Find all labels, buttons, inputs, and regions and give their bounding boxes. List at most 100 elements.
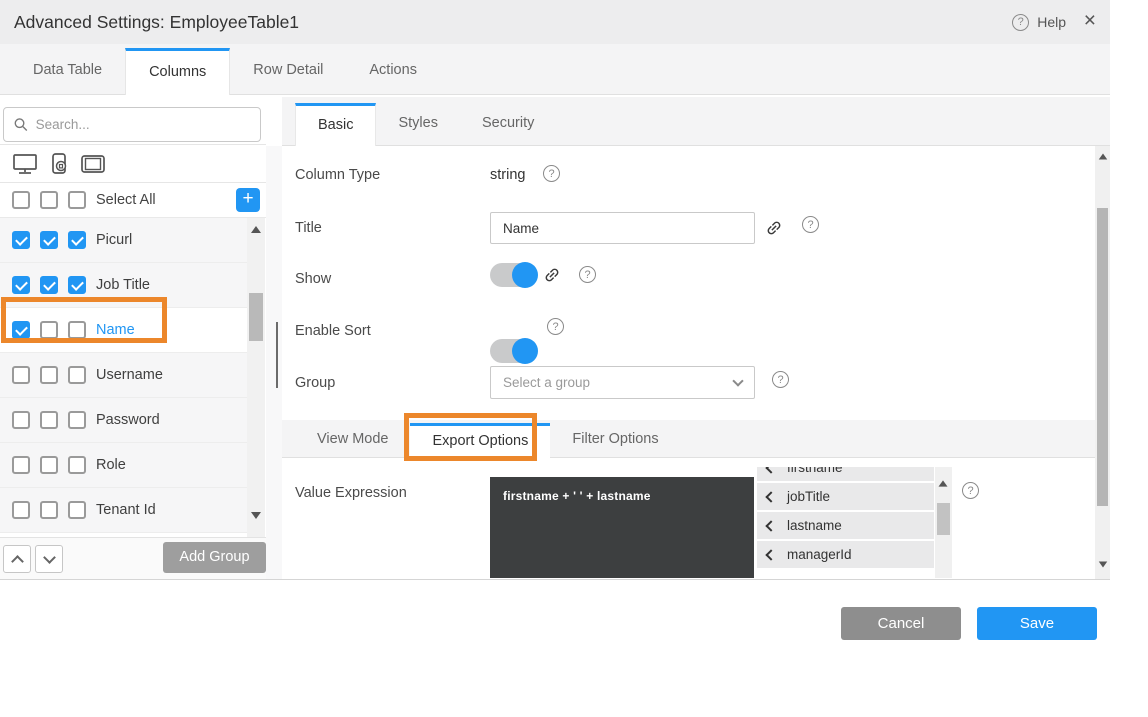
checkbox-desktop[interactable] (12, 366, 30, 384)
search-input-box[interactable] (3, 107, 261, 142)
checkbox-tablet[interactable] (68, 501, 86, 519)
tab-data-table[interactable]: Data Table (10, 47, 125, 94)
help-label[interactable]: Help (1037, 14, 1066, 30)
help-icon[interactable]: ? (802, 216, 819, 233)
field-item-firstname[interactable]: firstname (757, 467, 934, 481)
column-row-name[interactable]: Name (0, 308, 247, 353)
help-icon[interactable]: ? (772, 371, 789, 388)
scrollbar-thumb[interactable] (937, 503, 950, 535)
column-row-role[interactable]: Role (0, 443, 247, 488)
scrollbar-thumb[interactable] (1097, 208, 1108, 506)
select-all-checkbox-desktop[interactable] (12, 191, 30, 209)
tablet-icon[interactable] (80, 154, 106, 174)
column-row-tenant-id[interactable]: Tenant Id (0, 488, 247, 533)
show-toggle[interactable] (490, 263, 536, 287)
checkbox-mobile[interactable] (40, 456, 58, 474)
column-label: Name (96, 322, 135, 338)
desktop-icon[interactable] (12, 153, 38, 175)
help-icon[interactable]: ? (1012, 14, 1029, 31)
link-binding-icon[interactable] (543, 266, 561, 284)
checkbox-desktop[interactable] (12, 231, 30, 249)
toggle-knob (512, 262, 538, 288)
main-panel-scrollbar[interactable] (1095, 146, 1110, 580)
checkbox-tablet[interactable] (68, 456, 86, 474)
scrollbar-thumb[interactable] (249, 293, 263, 341)
column-row-job-title[interactable]: Job Title (0, 263, 247, 308)
group-select[interactable]: Select a group (490, 366, 755, 399)
sidebar-search-row (0, 95, 266, 145)
save-button[interactable]: Save (977, 607, 1097, 640)
checkbox-desktop[interactable] (12, 456, 30, 474)
scroll-down-arrow-icon[interactable] (1099, 562, 1108, 568)
field-item-jobtitle[interactable]: jobTitle (757, 483, 934, 510)
panel-gutter (266, 146, 282, 580)
tab-styles[interactable]: Styles (376, 102, 460, 145)
column-label: Password (96, 412, 160, 428)
select-all-checkbox-mobile[interactable] (40, 191, 58, 209)
help-icon[interactable]: ? (962, 482, 979, 499)
title-input[interactable] (503, 221, 742, 236)
checkbox-tablet[interactable] (68, 366, 86, 384)
dialog-header: Advanced Settings: EmployeeTable1 ? Help… (0, 0, 1110, 44)
field-item-managerid[interactable]: managerId (757, 541, 934, 568)
checkbox-mobile[interactable] (40, 366, 58, 384)
chevron-down-icon (43, 551, 56, 564)
expression-code-editor[interactable]: firstname + ' ' + lastname (490, 477, 754, 578)
checkbox-tablet[interactable] (68, 321, 86, 339)
help-icon[interactable]: ? (579, 266, 596, 283)
checkbox-tablet[interactable] (68, 231, 86, 249)
expression-code: firstname + ' ' + lastname (503, 489, 741, 503)
checkbox-mobile[interactable] (40, 501, 58, 519)
enable-sort-toggle[interactable] (490, 339, 536, 363)
select-all-checkbox-tablet[interactable] (68, 191, 86, 209)
search-icon (14, 117, 28, 132)
detail-tab-bar: Basic Styles Security (282, 97, 1110, 146)
link-binding-icon[interactable] (765, 219, 783, 237)
tab-row-detail[interactable]: Row Detail (230, 47, 346, 94)
tab-basic[interactable]: Basic (295, 103, 376, 146)
tab-columns[interactable]: Columns (125, 48, 230, 95)
search-input[interactable] (36, 117, 250, 132)
chevron-left-icon (765, 467, 776, 473)
title-input-box[interactable] (490, 212, 755, 244)
column-row-picurl[interactable]: Picurl (0, 218, 247, 263)
checkbox-desktop[interactable] (12, 501, 30, 519)
sidebar-scrollbar[interactable] (247, 218, 265, 537)
add-group-button[interactable]: Add Group (163, 542, 266, 573)
move-down-button[interactable] (35, 545, 63, 573)
column-type-value: string (490, 167, 525, 183)
checkbox-mobile[interactable] (40, 321, 58, 339)
close-icon[interactable]: × (1084, 0, 1096, 44)
column-row-password[interactable]: Password (0, 398, 247, 443)
dialog-title: Advanced Settings: EmployeeTable1 (14, 0, 299, 44)
tab-filter-options[interactable]: Filter Options (550, 422, 680, 457)
panel-resize-handle[interactable] (276, 322, 278, 388)
tab-security[interactable]: Security (460, 102, 556, 145)
checkbox-desktop[interactable] (12, 411, 30, 429)
chevron-left-icon (765, 520, 776, 531)
move-up-button[interactable] (3, 545, 31, 573)
cancel-button[interactable]: Cancel (841, 607, 961, 640)
mobile-icon[interactable] (48, 152, 70, 176)
checkbox-mobile[interactable] (40, 231, 58, 249)
column-row-username[interactable]: Username (0, 353, 247, 398)
checkbox-desktop[interactable] (12, 276, 30, 294)
help-icon[interactable]: ? (547, 318, 564, 335)
scroll-up-arrow-icon[interactable] (251, 226, 261, 233)
tab-actions[interactable]: Actions (346, 47, 440, 94)
tab-export-options[interactable]: Export Options (410, 423, 550, 458)
add-column-button[interactable]: + (236, 188, 260, 212)
checkbox-mobile[interactable] (40, 276, 58, 294)
checkbox-tablet[interactable] (68, 276, 86, 294)
tab-view-mode[interactable]: View Mode (295, 422, 410, 457)
scroll-down-arrow-icon[interactable] (251, 512, 261, 519)
help-icon[interactable]: ? (543, 165, 560, 182)
scroll-up-arrow-icon[interactable] (1099, 154, 1108, 160)
field-item-lastname[interactable]: lastname (757, 512, 934, 539)
field-list-scrollbar[interactable] (935, 467, 952, 578)
checkbox-mobile[interactable] (40, 411, 58, 429)
scroll-up-arrow-icon[interactable] (939, 480, 948, 486)
checkbox-tablet[interactable] (68, 411, 86, 429)
checkbox-desktop[interactable] (12, 321, 30, 339)
group-select-placeholder: Select a group (503, 375, 590, 390)
